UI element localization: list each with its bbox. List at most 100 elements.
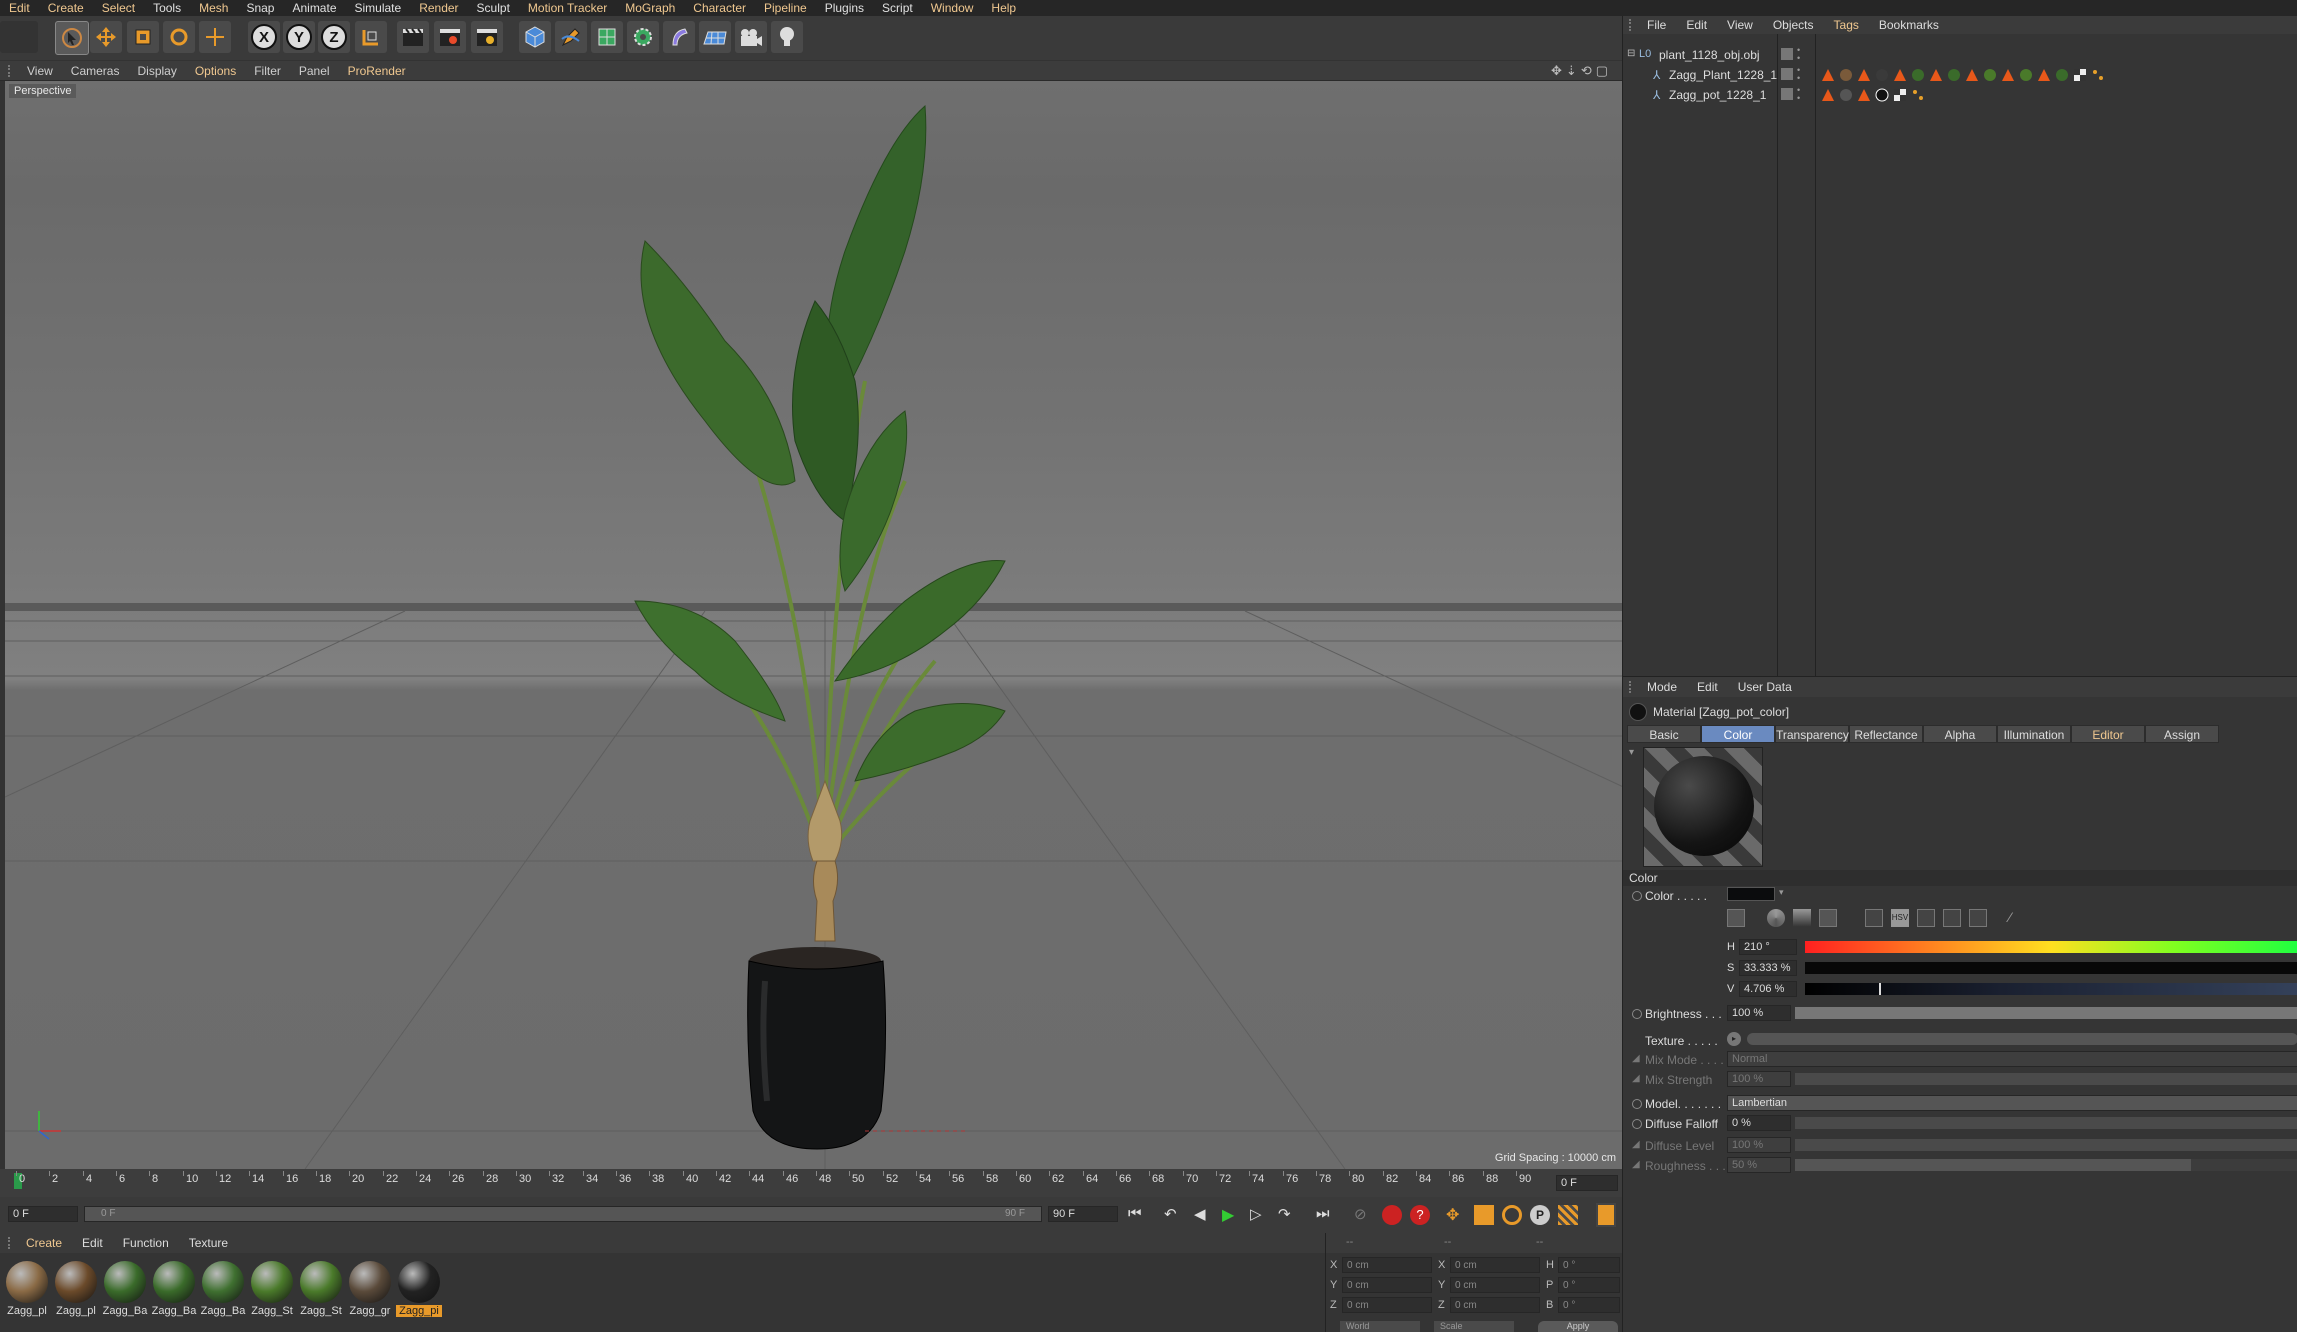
subdivision-surface-button[interactable] (591, 21, 623, 53)
menu-help[interactable]: Help (982, 0, 1025, 16)
go-to-start-button[interactable]: ⏮ (1128, 1205, 1150, 1225)
brightness-animate-radio[interactable] (1632, 1009, 1642, 1019)
material-tag-icon[interactable] (1947, 68, 1961, 85)
apply-button[interactable]: Apply (1538, 1321, 1618, 1332)
go-to-end-button[interactable]: ⏭ (1316, 1205, 1338, 1225)
diffuse-level-slider[interactable] (1795, 1139, 2297, 1151)
rgb-mode-icon[interactable] (1865, 909, 1883, 927)
viewport-label[interactable]: Perspective (9, 84, 77, 98)
tab-illumination[interactable]: Illumination (1997, 725, 2071, 743)
menu-pipeline[interactable]: Pipeline (755, 0, 816, 16)
editor-render-dots-icon[interactable]: • • (1797, 86, 1800, 103)
object-menu-edit[interactable]: Edit (1676, 18, 1717, 32)
select-tool-button[interactable] (55, 21, 89, 55)
phong-tag-icon[interactable] (1821, 68, 1835, 85)
editor-render-dots-icon[interactable]: • • (1797, 66, 1800, 83)
tab-reflectance[interactable]: Reflectance (1849, 725, 1923, 743)
menu-motion-tracker[interactable]: Motion Tracker (519, 0, 616, 16)
object-name[interactable]: Zagg_Plant_1228_1 (1669, 68, 1777, 82)
visibility-toggle-icon[interactable] (1781, 68, 1793, 80)
texture-slot[interactable] (1747, 1033, 2297, 1045)
tab-transparency[interactable]: Transparency (1775, 725, 1849, 743)
next-key-button[interactable]: ↷ (1278, 1205, 1300, 1225)
size-y-field[interactable]: 0 cm (1450, 1277, 1540, 1293)
material-name[interactable]: Zagg_Ba (200, 1305, 246, 1317)
swatches-mode-icon[interactable] (1969, 909, 1987, 927)
drag-handle-icon[interactable] (1629, 681, 1637, 693)
material-name[interactable]: Zagg_Ba (151, 1305, 197, 1317)
position-y-field[interactable]: 0 cm (1342, 1277, 1432, 1293)
next-frame-button[interactable]: ▷ (1250, 1205, 1272, 1225)
brightness-field[interactable]: 100 % (1727, 1005, 1791, 1021)
size-mode-dropdown[interactable]: Scale (1434, 1321, 1514, 1332)
menu-plugins[interactable]: Plugins (816, 0, 873, 16)
collapse-toggle-icon[interactable]: ⊟ (1627, 48, 1635, 59)
material-swatch[interactable] (104, 1261, 146, 1303)
visibility-toggle-icon[interactable] (1781, 88, 1793, 100)
keyframe-selection-button[interactable]: ? (1410, 1205, 1430, 1225)
menu-animate[interactable]: Animate (283, 0, 345, 16)
timeline-layout-button[interactable] (1596, 1203, 1616, 1227)
z-axis-lock-button[interactable]: Z (318, 21, 350, 53)
current-frame-field[interactable]: 0 F (1556, 1175, 1618, 1191)
menu-snap[interactable]: Snap (237, 0, 283, 16)
attributes-menu-mode[interactable]: Mode (1637, 680, 1687, 694)
viewport-menu-panel[interactable]: Panel (290, 64, 339, 78)
x-axis-lock-button[interactable]: X (248, 21, 280, 53)
phong-tag-icon[interactable] (1929, 68, 1943, 85)
drag-handle-icon[interactable] (1629, 19, 1637, 31)
material-tag-icon[interactable] (1875, 88, 1889, 105)
tab-assign[interactable]: Assign (2145, 725, 2219, 743)
spectrum-icon[interactable] (1793, 909, 1811, 927)
saturation-field[interactable]: 33.333 % (1739, 960, 1797, 976)
phong-tag-icon[interactable] (1893, 68, 1907, 85)
rotation-p-field[interactable]: 0 ° (1558, 1277, 1620, 1293)
menu-script[interactable]: Script (873, 0, 922, 16)
cloner-button[interactable] (627, 21, 659, 53)
tab-basic[interactable]: Basic (1627, 725, 1701, 743)
rotation-b-field[interactable]: 0 ° (1558, 1297, 1620, 1313)
image-picker-icon[interactable] (1819, 909, 1837, 927)
material-tag-icon[interactable] (1839, 88, 1853, 105)
menu-select[interactable]: Select (93, 0, 144, 16)
phong-tag-icon[interactable] (1965, 68, 1979, 85)
brightness-slider[interactable] (1795, 1007, 2297, 1019)
key-parameter-button[interactable]: P (1530, 1205, 1550, 1225)
material-name[interactable]: Zagg_St (249, 1305, 295, 1317)
object-name[interactable]: Zagg_pot_1228_1 (1669, 88, 1766, 102)
undo-button[interactable] (0, 21, 38, 53)
selection-tag-icon[interactable] (2091, 68, 2105, 85)
menu-window[interactable]: Window (922, 0, 983, 16)
coordinate-mode-dropdown[interactable]: World (1340, 1321, 1420, 1332)
material-tag-icon[interactable] (2019, 68, 2033, 85)
record-keys-button[interactable]: ⊘ (1354, 1205, 1376, 1225)
saturation-slider[interactable] (1805, 962, 2297, 974)
floor-button[interactable] (699, 21, 731, 53)
model-dropdown[interactable]: Lambertian (1727, 1095, 2297, 1111)
material-swatch[interactable] (202, 1261, 244, 1303)
viewport-menu-display[interactable]: Display (128, 64, 185, 78)
position-z-field[interactable]: 0 cm (1342, 1297, 1432, 1313)
object-row-plant-obj[interactable]: ⊟ L0 plant_1128_obj.obj • • (1623, 46, 2297, 66)
roughness-slider[interactable] (1795, 1159, 2297, 1171)
size-x-field[interactable]: 0 cm (1450, 1257, 1540, 1273)
material-swatch[interactable] (398, 1261, 440, 1303)
rotation-h-field[interactable]: 0 ° (1558, 1257, 1620, 1273)
color-chooser-icon[interactable] (1727, 909, 1745, 927)
previous-frame-button[interactable]: ◀ (1194, 1205, 1216, 1225)
texture-menu-icon[interactable]: ▸ (1727, 1032, 1741, 1046)
light-button[interactable] (771, 21, 803, 53)
value-slider-handle[interactable] (1879, 983, 1881, 995)
viewport-menu-filter[interactable]: Filter (245, 64, 290, 78)
value-slider[interactable] (1805, 983, 2297, 995)
object-row-pot-mesh[interactable]: ⅄ Zagg_pot_1228_1 • • (1623, 86, 2297, 106)
editor-render-dots-icon[interactable]: • • (1797, 46, 1800, 63)
menu-sculpt[interactable]: Sculpt (468, 0, 519, 16)
position-x-field[interactable]: 0 cm (1342, 1257, 1432, 1273)
rotate-tool-button[interactable] (163, 21, 195, 53)
material-tag-icon[interactable] (1839, 68, 1853, 85)
material-name[interactable]: Zagg_pl (53, 1305, 99, 1317)
live-selection-button[interactable] (199, 21, 231, 53)
visibility-toggle-icon[interactable] (1781, 48, 1793, 60)
mix-strength-field[interactable]: 100 % (1727, 1071, 1791, 1087)
